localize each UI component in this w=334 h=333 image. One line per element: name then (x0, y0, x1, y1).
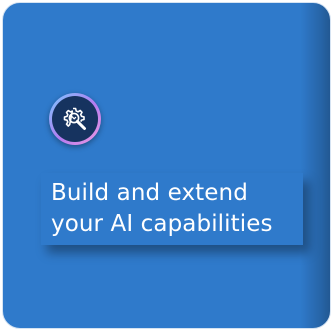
card-title: Build and extend your AI capabilities (41, 173, 303, 245)
page-frame: Build and extend your AI capabilities (0, 0, 334, 333)
capability-card[interactable]: Build and extend your AI capabilities (2, 2, 331, 329)
card-edge-shade (300, 3, 330, 328)
gear-wrench-search-icon (49, 93, 101, 145)
gear-wrench-search-glyph (63, 107, 86, 130)
card-title-line-2: your AI capabilities (51, 211, 273, 237)
card-title-line-1: Build and extend (51, 180, 248, 206)
